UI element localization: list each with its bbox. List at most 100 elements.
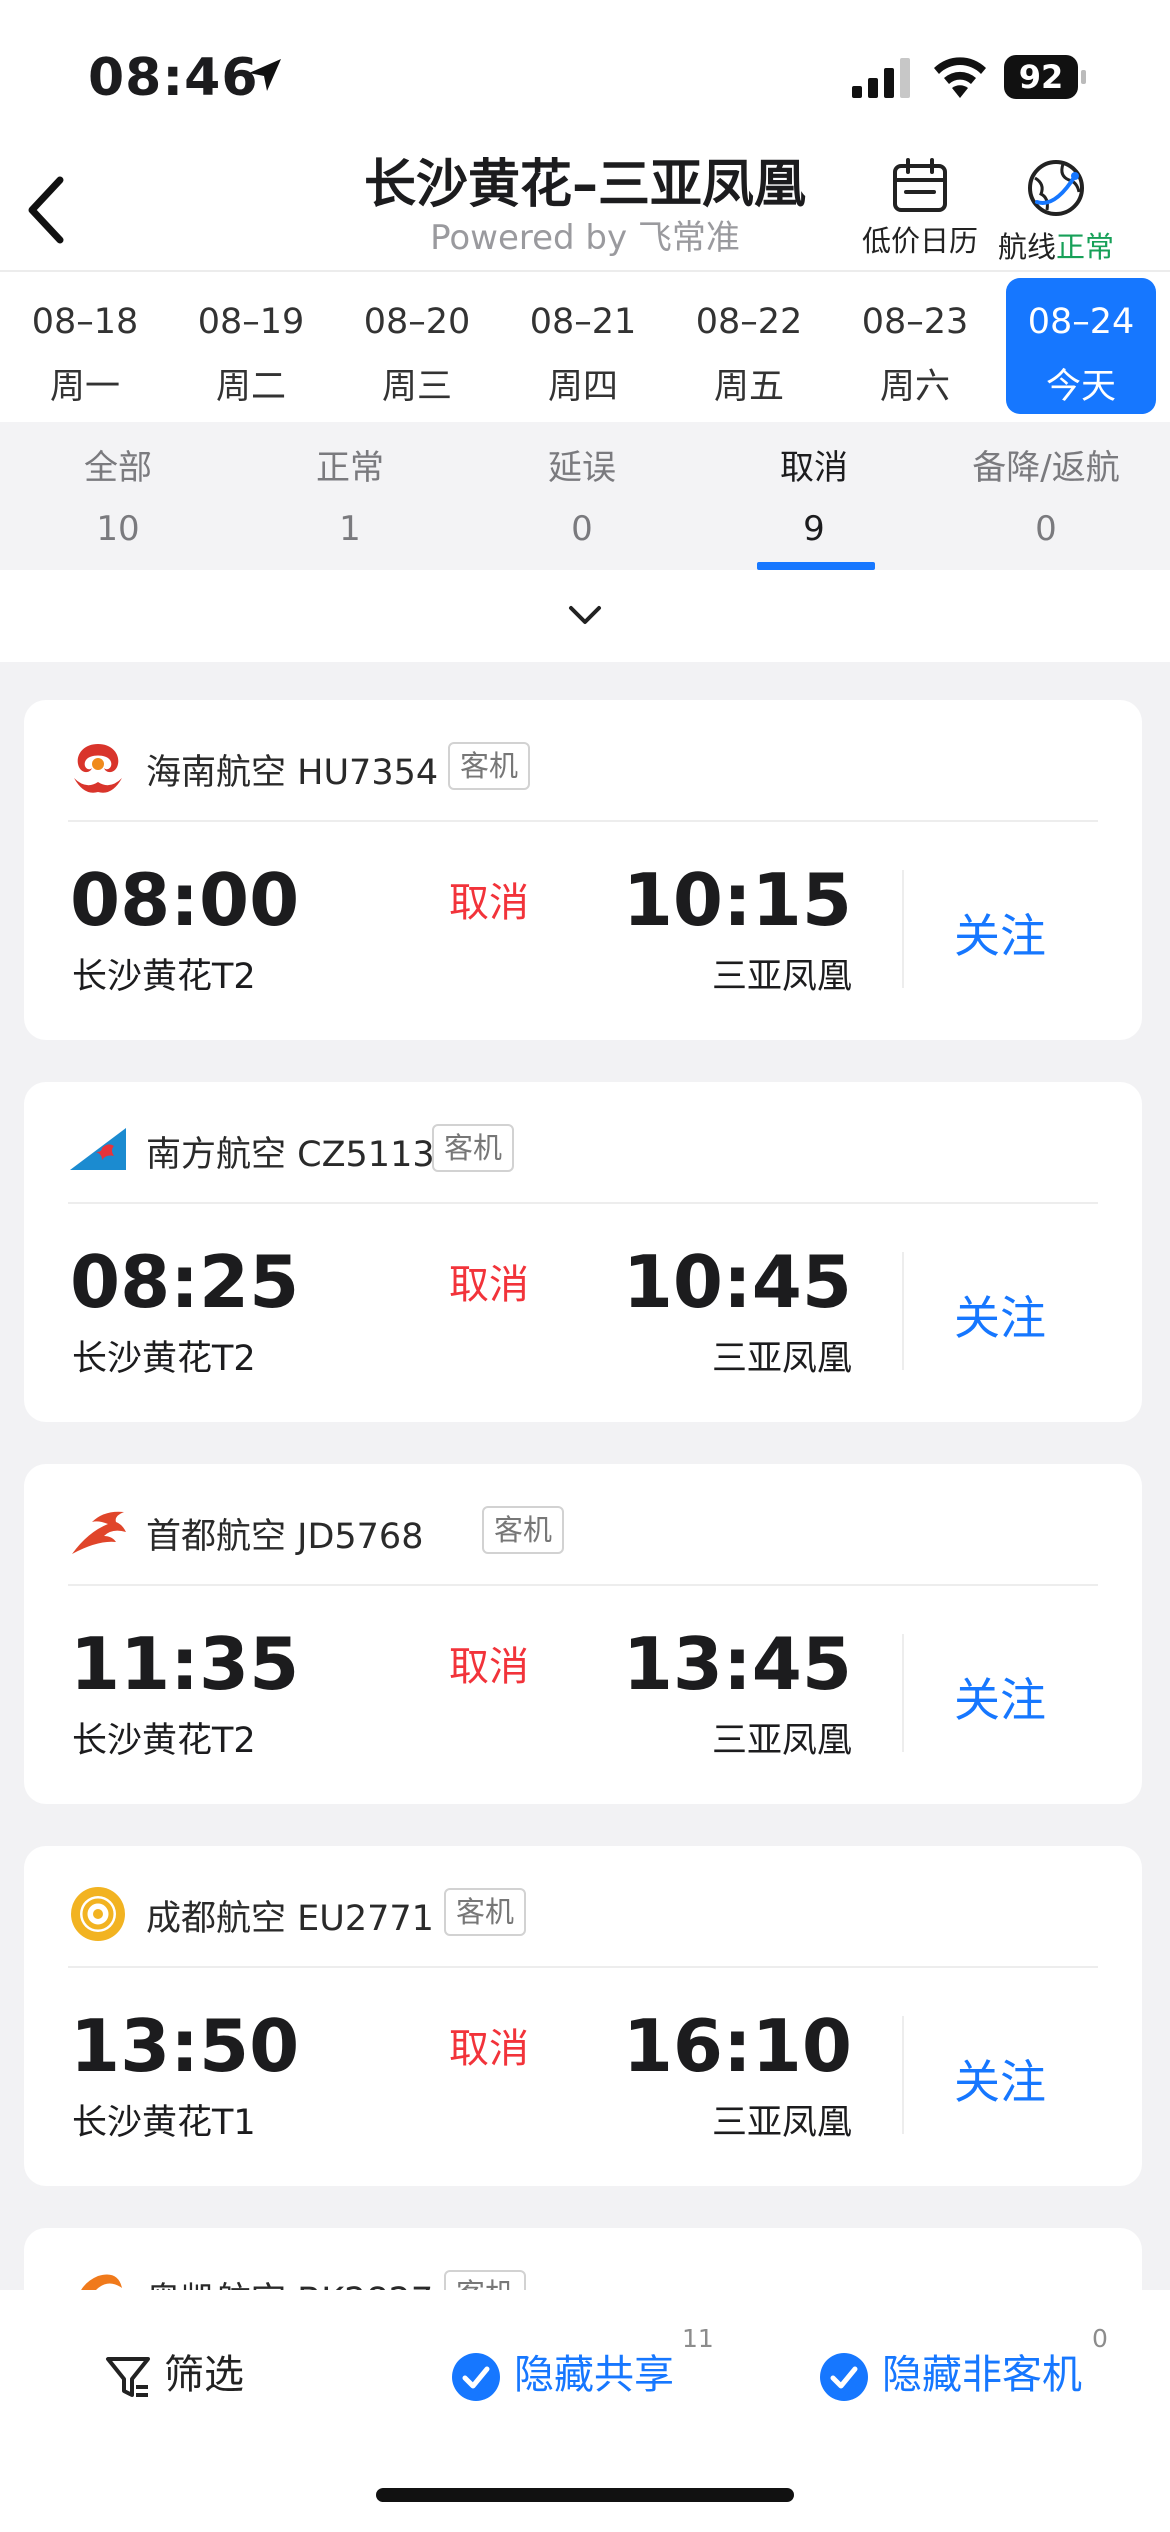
flight-status: 取消 (449, 2026, 529, 2072)
filter-label: 筛选 (164, 2352, 244, 2398)
tab-diverted[interactable]: 备降/返航 0 (946, 440, 1146, 549)
date-selector: 08–18 周一 08–19 周二 08–20 周三 08–21 周四 08–2… (0, 272, 1170, 422)
date-item[interactable]: 08–19 周二 (176, 278, 326, 414)
tab-count: 0 (1035, 509, 1057, 549)
airline-flight-number: 首都航空 JD5768 (146, 1517, 424, 1557)
flight-status: 取消 (449, 880, 529, 926)
weekday-text: 周一 (49, 367, 120, 407)
battery-level: 92 (1004, 55, 1078, 99)
date-text: 08–21 (529, 302, 637, 342)
hainan-airlines-logo-icon (74, 744, 122, 793)
tab-label: 全部 (84, 448, 152, 488)
capital-airlines-logo-icon (72, 1511, 126, 1554)
arrival-time: 16:10 (622, 2004, 852, 2088)
departure-time: 11:35 (70, 1622, 300, 1706)
chevron-down-icon (569, 606, 601, 624)
flight-card[interactable]: 海南航空 HU7354 客机 08:00 长沙黄花T2 取消 10:15 三亚凤… (24, 700, 1142, 1040)
checkmark-icon (452, 2353, 500, 2401)
date-text: 08–20 (363, 302, 471, 342)
arrival-airport: 三亚凤凰 (711, 2103, 852, 2143)
tab-label: 取消 (780, 448, 848, 488)
departure-airport: 长沙黄花T2 (72, 957, 256, 997)
globe-route-icon (1028, 160, 1085, 216)
aircraft-type-badge: 客机 (444, 1888, 527, 1936)
aircraft-type-badge: 客机 (432, 1124, 515, 1172)
date-item[interactable]: 08–23 周六 (840, 278, 990, 414)
arrival-time: 10:15 (622, 858, 852, 942)
flight-card[interactable]: 南方航空 CZ5113 客机 08:25 长沙黄花T2 取消 10:45 三亚凤… (24, 1082, 1142, 1422)
hide-share-label: 隐藏共享 (514, 2352, 674, 2398)
vertical-divider (902, 1634, 904, 1752)
weekday-text: 周五 (713, 367, 784, 407)
airline-flight-number: 海南航空 HU7354 (146, 753, 439, 793)
filter-button[interactable]: 筛选 (104, 2342, 244, 2401)
home-indicator (376, 2488, 794, 2502)
tab-count: 0 (571, 509, 593, 549)
date-text: 08–23 (861, 302, 969, 342)
date-text: 08–24 (1027, 302, 1135, 342)
codeshare-count: 11 (682, 2324, 714, 2353)
date-item[interactable]: 08–18 周一 (10, 278, 160, 414)
flight-card[interactable]: 首都航空 JD5768 客机 11:35 长沙黄花T2 取消 13:45 三亚凤… (24, 1464, 1142, 1804)
battery-tip (1081, 70, 1086, 84)
flight-card[interactable]: 成都航空 EU2771 客机 13:50 长沙黄花T1 取消 16:10 三亚凤… (24, 1846, 1142, 2186)
status-bar: 08:46 92 (0, 0, 1170, 150)
expand-filters[interactable] (0, 570, 1170, 662)
tab-count: 9 (803, 509, 825, 549)
follow-button[interactable]: 关注 (954, 1664, 1046, 1730)
date-text: 08–22 (695, 302, 803, 342)
tab-delayed[interactable]: 延误 0 (482, 440, 682, 549)
departure-time: 08:25 (70, 1240, 300, 1324)
arrival-time: 10:45 (622, 1240, 852, 1324)
date-item[interactable]: 08–22 周五 (674, 278, 824, 414)
page-subtitle: Powered by 飞常准 (430, 218, 740, 258)
wifi-icon (934, 57, 986, 98)
status-time: 08:46 (88, 48, 259, 108)
departure-time: 08:00 (70, 858, 300, 942)
tab-all[interactable]: 全部 10 (18, 440, 218, 549)
arrival-airport: 三亚凤凰 (711, 1339, 852, 1379)
departure-airport: 长沙黄花T2 (72, 1721, 256, 1761)
date-item-today[interactable]: 08–24 今天 (1006, 278, 1156, 414)
arrival-time: 13:45 (622, 1622, 852, 1706)
aircraft-type-badge: 客机 (448, 742, 531, 790)
tab-cancelled[interactable]: 取消 9 (714, 440, 914, 549)
card-divider (68, 1202, 1098, 1204)
date-item[interactable]: 08–20 周三 (342, 278, 492, 414)
calendar-icon (893, 158, 947, 212)
bottom-toolbar: 筛选 隐藏共享 11 隐藏非客机 0 (0, 2290, 1170, 2532)
follow-button[interactable]: 关注 (954, 2046, 1046, 2112)
cellular-signal-icon (852, 58, 910, 98)
follow-button[interactable]: 关注 (954, 1282, 1046, 1348)
airline-flight-number: 南方航空 CZ5113 (146, 1135, 435, 1175)
low-price-calendar-button[interactable]: 低价日历 (862, 158, 978, 260)
flight-status-tabs: 全部 10 正常 1 延误 0 取消 9 备降/返航 0 (0, 422, 1170, 570)
tab-normal[interactable]: 正常 1 (250, 440, 450, 549)
filter-funnel-icon (106, 2357, 150, 2397)
tab-count: 10 (96, 509, 140, 549)
header: 长沙黄花–三亚凤凰 Powered by 飞常准 低价日历 航线正常 (0, 130, 1170, 272)
location-arrow-icon (249, 59, 281, 91)
airline-flight-number: 成都航空 EU2771 (146, 1899, 434, 1939)
calendar-label: 低价日历 (862, 224, 979, 258)
hide-non-passenger-toggle[interactable]: 隐藏非客机 (820, 2342, 1082, 2401)
back-arrow-icon[interactable] (20, 170, 80, 250)
weekday-text: 周六 (879, 367, 950, 407)
hide-codeshare-toggle[interactable]: 隐藏共享 (452, 2342, 674, 2401)
departure-time: 13:50 (70, 2004, 300, 2088)
hide-noncargo-label: 隐藏非客机 (882, 2352, 1082, 2398)
date-item[interactable]: 08–21 周四 (508, 278, 658, 414)
chengdu-airlines-logo-icon (71, 1887, 125, 1941)
tab-label: 备降/返航 (972, 448, 1120, 488)
departure-airport: 长沙黄花T2 (72, 1339, 256, 1379)
weekday-text: 周四 (547, 367, 618, 407)
page-title: 长沙黄花–三亚凤凰 (363, 155, 806, 215)
card-divider (68, 1966, 1098, 1968)
route-status-text: 正常 (1056, 230, 1115, 264)
aircraft-type-badge: 客机 (482, 1506, 565, 1554)
date-text: 08–19 (197, 302, 305, 342)
arrival-airport: 三亚凤凰 (711, 957, 852, 997)
follow-button[interactable]: 关注 (954, 900, 1046, 966)
route-status-button[interactable]: 航线正常 (998, 158, 1114, 266)
card-divider (68, 1584, 1098, 1586)
